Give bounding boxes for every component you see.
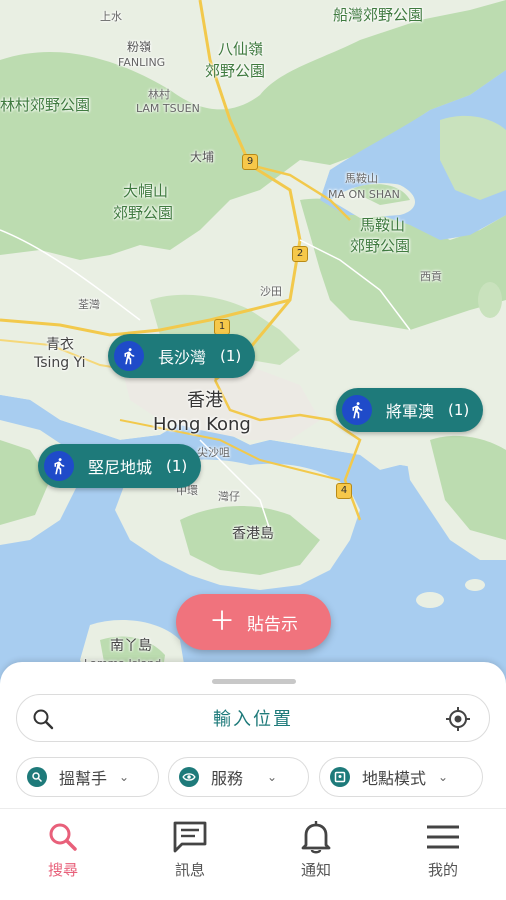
map-label-ma-on-shan-zh: 馬鞍山 <box>345 172 378 185</box>
marker-count: (1) <box>448 401 470 419</box>
map-label-lam-tsuen-zh: 林村 <box>148 88 170 101</box>
map-label-tai-mo-shan-park: 郊野公園 <box>113 204 174 222</box>
map-label-pat-sin-leng-park: 郊野公園 <box>205 62 266 80</box>
filter-label: 搵幫手 <box>59 769 108 788</box>
map-label-ma-on-shan-cp: 馬鞍山 <box>360 216 406 234</box>
route-shield: 9 <box>242 154 258 170</box>
map-label-tsim-sha-tsui: 尖沙咀 <box>197 446 230 459</box>
message-icon <box>172 819 208 855</box>
nav-label: 訊息 <box>174 861 205 879</box>
map-label-fanling-zh: 粉嶺 <box>127 40 152 54</box>
map-label-lam-tsuen-en: LAM TSUEN <box>136 102 200 115</box>
chevron-down-icon: ⌄ <box>267 770 278 784</box>
search-icon <box>27 767 47 787</box>
nav-label: 搜尋 <box>47 861 78 879</box>
map-icon <box>330 767 350 787</box>
bottom-navigation: 搜尋 訊息 通知 我的 <box>0 808 506 900</box>
map-marker-kennedy-town[interactable]: 堅尼地城 (1) <box>38 444 202 488</box>
marker-count: (1) <box>220 347 242 365</box>
map-label-ma-on-shan-park: 郊野公園 <box>350 237 411 255</box>
nav-search[interactable]: 搜尋 <box>23 819 103 891</box>
chevron-down-icon: ⌄ <box>119 770 130 784</box>
search-icon <box>47 819 79 855</box>
filter-label: 地點模式 <box>362 769 427 788</box>
map-label-tsing-yi-zh: 青衣 <box>46 337 74 353</box>
map-label-wan-chai: 灣仔 <box>218 490 240 503</box>
marker-name: 堅尼地城 <box>88 458 153 477</box>
my-location-icon[interactable] <box>445 706 471 736</box>
filter-label: 服務 <box>211 769 244 788</box>
map-label-tai-lam: 林村郊野公園 <box>0 96 91 114</box>
marker-name: 將軍澳 <box>386 402 435 421</box>
map-label-tsuen-wan: 荃灣 <box>78 298 100 311</box>
menu-icon <box>426 819 460 855</box>
map-label-lamma-zh: 南丫島 <box>110 638 152 654</box>
map-label-fanling-en: FANLING <box>118 56 166 69</box>
map-label-pat-sin-leng: 八仙嶺 <box>218 40 264 58</box>
nav-label: 通知 <box>300 861 331 879</box>
filter-find-helper[interactable]: 搵幫手 ⌄ <box>16 757 159 797</box>
eye-icon <box>179 767 199 787</box>
walking-person-icon <box>114 341 144 371</box>
map-label-ma-on-shan-en: MA ON SHAN <box>328 188 400 201</box>
map-label-sha-tin: 沙田 <box>260 285 282 298</box>
plus-icon: ＋ <box>208 607 235 637</box>
post-notice-label: 貼告示 <box>247 614 298 635</box>
map-marker-cheung-sha-wan[interactable]: 長沙灣 (1) <box>108 334 256 378</box>
post-notice-button[interactable]: ＋ 貼告示 <box>176 594 331 650</box>
bell-icon <box>300 819 332 855</box>
route-shield: 2 <box>292 246 308 262</box>
chevron-down-icon: ⌄ <box>438 770 449 784</box>
nav-notifications[interactable]: 通知 <box>276 819 356 891</box>
nav-label: 我的 <box>427 861 458 879</box>
map-label-sheung-shui: 上水 <box>100 10 122 23</box>
map-marker-tseung-kwan-o[interactable]: 將軍澳 (1) <box>336 388 484 432</box>
map-label-tai-mo-shan: 大帽山 <box>123 182 169 200</box>
filter-service[interactable]: 服務 ⌄ <box>168 757 309 797</box>
map-label-hk-island: 香港島 <box>232 526 274 542</box>
search-placeholder: 輸入位置 <box>213 709 293 730</box>
marker-name: 長沙灣 <box>158 348 207 367</box>
map-label-hong-kong-zh: 香港 <box>187 390 223 411</box>
bottom-sheet: 輸入位置 搵幫手 ⌄ 服務 ⌄ 地點模式 ⌄ <box>0 662 506 808</box>
nav-profile[interactable]: 我的 <box>403 819 483 891</box>
map-label-tsing-yi-en: Tsing Yi <box>34 355 86 371</box>
nav-messages[interactable]: 訊息 <box>150 819 230 891</box>
map-label-plover-cove: 船灣郊野公園 <box>333 6 424 24</box>
route-shield: 4 <box>336 483 352 499</box>
filter-location-mode[interactable]: 地點模式 ⌄ <box>319 757 483 797</box>
search-icon <box>31 707 55 735</box>
drag-handle[interactable] <box>212 679 296 684</box>
marker-count: (1) <box>166 457 188 475</box>
map-label-tai-po: 大埔 <box>190 150 215 164</box>
walking-person-icon <box>342 395 372 425</box>
location-search-input[interactable]: 輸入位置 <box>16 694 490 742</box>
route-shield: 1 <box>214 319 230 335</box>
walking-person-icon <box>44 451 74 481</box>
map-label-hong-kong-en: Hong Kong <box>153 414 251 435</box>
map-label-sai-kung: 西貢 <box>420 270 442 283</box>
